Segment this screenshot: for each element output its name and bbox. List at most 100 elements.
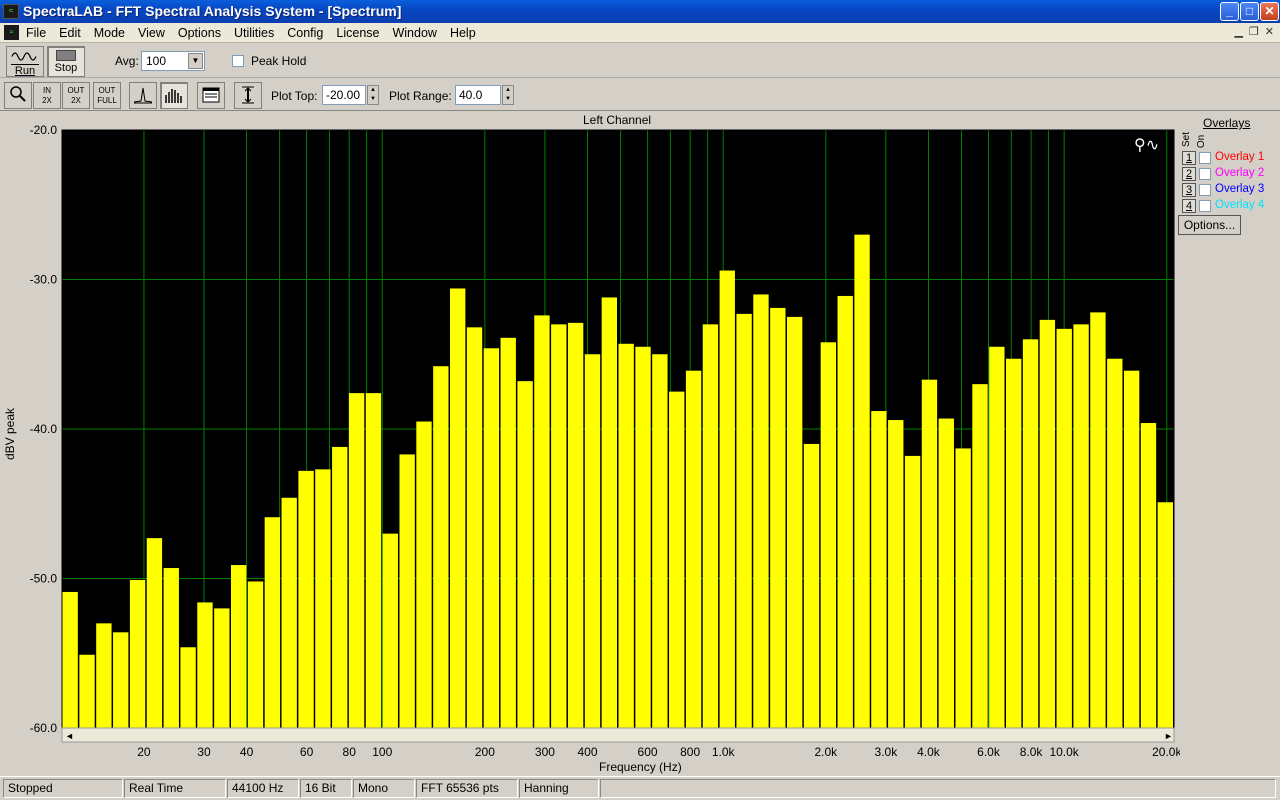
status-window-function: Hanning	[519, 779, 599, 798]
scroll-right-arrow-icon: ►	[1164, 731, 1173, 741]
x-tick-label: 1.0k	[712, 745, 736, 759]
x-tick-label: 80	[343, 745, 357, 759]
plot-range-input[interactable]: 40.0	[455, 85, 501, 105]
spectrum-bar	[803, 443, 820, 728]
spectrum-chart[interactable]: ⚲∿ -20.0 -30.0 -40.0 -50.0 -60.0 ◄ ► 20 30 40 60 80 1…	[0, 111, 1180, 774]
overlay-label: Overlay 3	[1215, 183, 1265, 195]
overlay-set-button[interactable]: 3	[1182, 183, 1196, 197]
spectrum-bar	[416, 421, 432, 728]
spectrum-bar	[820, 342, 837, 728]
avg-label: Avg:	[115, 54, 139, 68]
y-tick-label: -50.0	[30, 572, 58, 586]
spectrum-bar	[534, 315, 550, 728]
zoom-out-full-button[interactable]: OUT FULL	[93, 82, 121, 109]
overlay-row: 2 Overlay 2	[1182, 167, 1277, 182]
menu-license[interactable]: License	[336, 25, 385, 41]
autoscale-button[interactable]	[234, 82, 262, 109]
spectrum-bar	[753, 294, 769, 728]
spectrum-bar	[1022, 339, 1039, 728]
overlay-set-button[interactable]: 2	[1182, 167, 1196, 181]
menu-window[interactable]: Window	[392, 25, 442, 41]
zoom-in-2x-button[interactable]: IN 2X	[33, 82, 61, 109]
overlay-on-checkbox[interactable]	[1199, 152, 1211, 164]
spectrum-bar	[921, 379, 938, 728]
mode-indicator-icon: ⚲∿	[1134, 135, 1159, 154]
stop-button[interactable]: Stop	[47, 46, 85, 77]
spectrum-bar	[888, 420, 904, 728]
x-tick-label: 20	[137, 745, 151, 759]
status-spare	[600, 779, 1276, 798]
app-icon[interactable]: ≈	[3, 4, 19, 19]
spectrum-bar	[567, 322, 584, 728]
spectrum-bar	[1107, 358, 1123, 728]
bar-mode-button[interactable]	[160, 82, 188, 109]
y-tick-label: -60.0	[30, 721, 58, 735]
overlays-title: Overlays	[1203, 116, 1251, 130]
menu-help[interactable]: Help	[450, 25, 482, 41]
document-icon[interactable]: ≈	[4, 25, 19, 40]
spectrum-bar	[298, 470, 314, 728]
spectrum-bar	[551, 324, 567, 728]
spectrum-bar	[904, 455, 921, 728]
chart-title: Left Channel	[583, 113, 652, 127]
waveform-icon	[11, 52, 39, 65]
on-column-label: On	[1196, 134, 1208, 149]
menu-file[interactable]: File	[26, 25, 52, 41]
y-tick-label: -20.0	[30, 123, 58, 137]
bar-plot-icon	[165, 89, 182, 103]
window-settings-icon	[202, 87, 220, 103]
y-axis-label: dBV peak	[3, 407, 18, 461]
line-mode-button[interactable]	[129, 82, 157, 109]
mdi-controls: ▁ ❐ ✕	[1234, 25, 1274, 38]
plot-top-label: Plot Top:	[271, 89, 318, 103]
spectrum-bar	[1073, 324, 1089, 728]
menu-utilities[interactable]: Utilities	[234, 25, 280, 41]
overlay-set-button[interactable]: 1	[1182, 151, 1196, 165]
run-button[interactable]: Run	[6, 46, 44, 77]
overlay-options-button[interactable]: Options...	[1178, 215, 1241, 235]
view-toolbar: IN 2X OUT 2X OUT FULL Plot Top: -20.00 ▲…	[0, 79, 1280, 111]
avg-value: 100	[146, 54, 167, 68]
spectrum-bar	[702, 324, 719, 728]
spectrum-bar	[1006, 358, 1022, 728]
spectrum-bar	[584, 354, 601, 728]
peak-hold-checkbox[interactable]	[232, 55, 244, 67]
zoom-out-2x-button[interactable]: OUT 2X	[62, 82, 90, 109]
mdi-close-icon[interactable]: ✕	[1265, 25, 1274, 38]
overlay-set-button[interactable]: 4	[1182, 199, 1196, 213]
avg-select[interactable]: 100 ▼	[141, 51, 205, 71]
spectrum-bar	[1140, 423, 1157, 728]
menu-config[interactable]: Config	[287, 25, 329, 41]
spectrum-bar	[972, 384, 988, 728]
spectrum-bar	[786, 316, 803, 728]
overlay-on-checkbox[interactable]	[1199, 168, 1211, 180]
vertical-scale-icon	[242, 86, 254, 104]
minimize-button[interactable]: _	[1220, 2, 1239, 21]
chevron-down-icon[interactable]: ▼	[188, 53, 203, 69]
menu-edit[interactable]: Edit	[59, 25, 87, 41]
plot-range-spinner[interactable]: ▲ ▼	[502, 85, 514, 105]
mdi-minimize-icon[interactable]: ▁	[1234, 25, 1242, 38]
spectrum-bar	[163, 568, 179, 728]
status-bar: Stopped Real Time 44100 Hz 16 Bit Mono F…	[0, 776, 1280, 800]
status-bit-depth: 16 Bit	[300, 779, 352, 798]
menu-mode[interactable]: Mode	[94, 25, 131, 41]
x-tick-label: 3.0k	[875, 745, 899, 759]
close-button[interactable]: ✕	[1260, 2, 1279, 21]
overlay-on-checkbox[interactable]	[1199, 184, 1211, 196]
spectrum-bar	[332, 446, 348, 728]
display-settings-button[interactable]	[197, 82, 225, 109]
zoom-magnifier-button[interactable]	[4, 82, 32, 109]
menu-options[interactable]: Options	[178, 25, 227, 41]
spectrum-bar	[854, 234, 870, 728]
plot-top-spinner[interactable]: ▲ ▼	[367, 85, 379, 105]
maximize-button[interactable]: □	[1240, 2, 1259, 21]
mdi-restore-icon[interactable]: ❐	[1249, 25, 1259, 38]
run-label: Run	[14, 65, 36, 77]
x-tick-label: 4.0k	[917, 745, 941, 759]
menu-view[interactable]: View	[138, 25, 171, 41]
stop-label: Stop	[54, 62, 78, 74]
overlay-on-checkbox[interactable]	[1199, 200, 1211, 212]
plot-top-input[interactable]: -20.00	[322, 85, 366, 105]
spectrum-bar	[1123, 370, 1140, 728]
